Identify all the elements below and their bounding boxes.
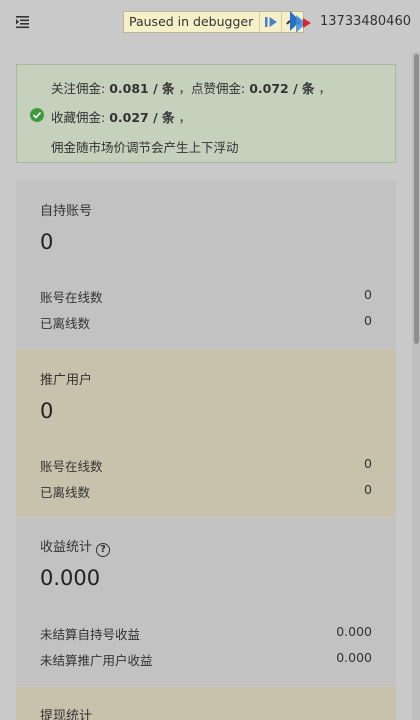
withdrawal-card: 提现统计 — [16, 687, 396, 720]
notice-note: 佣金随市场价调节会产生上下浮动 — [51, 140, 239, 155]
stat-row: 未结算自持号收益 0.000 — [40, 624, 372, 642]
like-commission: 0.072 / 条 — [249, 81, 315, 96]
card-title: 推广用户 — [40, 373, 93, 388]
own-accounts-card: 自持账号 0 账号在线数 0 已离线数 0 — [16, 180, 396, 348]
earnings-total: 0.000 — [40, 566, 101, 590]
stat-row: 账号在线数 0 — [40, 287, 372, 305]
earnings-card: 收益统计? 0.000 未结算自持号收益 0.000 未结算推广用户收益 0.0… — [16, 518, 396, 686]
debugger-paused-banner: Paused in debugger — [123, 11, 305, 33]
promoted-users-card: 推广用户 0 账号在线数 0 已离线数 0 — [16, 349, 396, 517]
resume-button[interactable] — [259, 12, 281, 32]
promoted-users-count: 0 — [40, 399, 54, 423]
stat-row: 已离线数 0 — [40, 313, 372, 331]
follow-commission: 0.081 / 条 — [109, 81, 175, 96]
app-logo-icon — [290, 11, 311, 33]
help-icon[interactable]: ? — [96, 543, 111, 557]
stat-row: 已离线数 0 — [40, 482, 372, 500]
debugger-label: Paused in debugger — [129, 14, 254, 29]
success-check-icon — [30, 108, 44, 122]
top-bar: Paused in debugger 13733480460 — [0, 0, 420, 48]
notice-line-1: 关注佣金: 0.081 / 条 ，点赞佣金: 0.072 / 条 ， — [51, 81, 332, 96]
card-title: 提现统计 — [40, 709, 93, 720]
card-title: 自持账号 — [40, 204, 93, 219]
user-phone[interactable]: 13733480460 — [320, 14, 411, 29]
resume-icon — [264, 17, 277, 27]
card-title: 收益统计? — [40, 536, 111, 557]
stat-row: 账号在线数 0 — [40, 456, 372, 474]
stat-row: 未结算推广用户收益 0.000 — [40, 650, 372, 668]
scrollbar-thumb[interactable] — [414, 54, 419, 344]
page-scrollbar[interactable] — [412, 52, 420, 720]
menu-icon[interactable] — [16, 15, 30, 29]
collect-commission: 0.027 / 条 — [109, 110, 175, 125]
notice-line-2: 收藏佣金: 0.027 / 条 ， — [51, 110, 192, 125]
commission-notice: 关注佣金: 0.081 / 条 ，点赞佣金: 0.072 / 条 ， 收藏佣金:… — [16, 64, 396, 163]
own-accounts-count: 0 — [40, 230, 54, 254]
